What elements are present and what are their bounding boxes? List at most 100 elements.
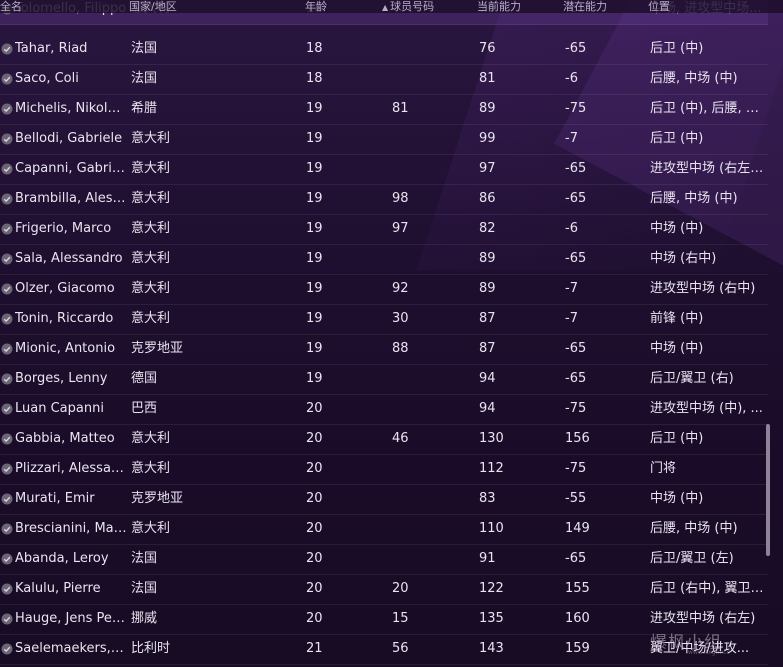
player-number: 46 xyxy=(392,431,409,446)
watermark: 爆枫小组 www.itxgm.cc xyxy=(650,628,730,656)
checkmark-icon xyxy=(1,94,13,124)
table-row[interactable]: Frigerio, Marco 意大利 19 97 82 -6 中场 (中) xyxy=(0,214,768,245)
player-potential-ability: -65 xyxy=(565,551,587,566)
player-name: Tonin, Riccardo xyxy=(15,311,114,326)
column-header-nationality[interactable]: 国家/地区 xyxy=(129,0,177,13)
player-nationality: 德国 xyxy=(131,371,158,386)
player-potential-ability: 160 xyxy=(565,611,590,626)
player-name: Olzer, Giacomo xyxy=(15,281,115,296)
player-name: Sala, Alessandro xyxy=(15,251,123,266)
player-position: 中场 (右中) xyxy=(650,251,717,266)
checkmark-icon xyxy=(1,214,13,244)
player-position: 后卫 (中) xyxy=(650,131,704,146)
player-current-ability: 87 xyxy=(479,341,496,356)
table-row[interactable]: Mionic, Antonio 克罗地亚 19 88 87 -65 中场 (中) xyxy=(0,334,768,365)
player-age: 19 xyxy=(306,341,323,356)
player-age: 20 xyxy=(306,401,323,416)
player-nationality: 比利时 xyxy=(131,641,171,656)
player-current-ability: 86 xyxy=(479,191,496,206)
player-position: 后卫 (中) xyxy=(650,431,704,446)
checkmark-icon xyxy=(1,34,13,64)
player-potential-ability: -7 xyxy=(565,311,578,326)
column-header-position[interactable]: 位置 xyxy=(648,0,670,13)
checkmark-icon xyxy=(1,154,13,184)
player-potential-ability: 149 xyxy=(565,521,590,536)
table-row[interactable]: Kalulu, Pierre 法国 20 20 122 155 后卫 (右中), 翼卫 (右… xyxy=(0,574,768,605)
checkmark-icon xyxy=(1,304,13,334)
player-age: 20 xyxy=(306,581,323,596)
table-row[interactable]: Michelis, Nikolaos 希腊 19 81 89 -75 后卫 (中), 后腰,… xyxy=(0,94,768,125)
table-row[interactable]: Olzer, Giacomo 意大利 19 92 89 -7 进攻型中场 (右中) xyxy=(0,274,768,305)
player-position: 前锋 (中) xyxy=(650,311,704,326)
player-current-ability: 94 xyxy=(479,371,496,386)
table-row[interactable]: Borges, Lenny 德国 19 94 -65 后卫/翼卫 (右) xyxy=(0,364,768,395)
player-name: Gabbia, Matteo xyxy=(15,431,115,446)
table-row[interactable]: Plizzari, Alessandro 意大利 20 112 -75 门将 xyxy=(0,454,768,485)
player-name: Hauge, Jens Petter xyxy=(15,611,127,626)
table-row[interactable]: Abanda, Leroy 法国 20 91 -65 后卫/翼卫 (左) xyxy=(0,544,768,575)
checkmark-icon xyxy=(1,424,13,454)
player-position: 进攻型中场 (右中) xyxy=(650,281,756,296)
player-current-ability: 76 xyxy=(479,41,496,56)
player-potential-ability: -6 xyxy=(565,71,578,86)
checkmark-icon xyxy=(1,334,13,364)
table-row[interactable]: Capanni, Gabriele 意大利 19 97 -65 进攻型中场 (右左)... xyxy=(0,154,768,185)
table-row[interactable]: Saco, Coli 法国 18 81 -6 后腰, 中场 (中) xyxy=(0,64,768,95)
player-position: 后腰, 中场 (中) xyxy=(650,191,738,206)
player-nationality: 意大利 xyxy=(131,521,171,536)
player-age: 19 xyxy=(306,311,323,326)
player-name: Plizzari, Alessandro xyxy=(15,461,127,476)
player-nationality: 法国 xyxy=(131,41,158,56)
player-potential-ability: -7 xyxy=(565,281,578,296)
player-nationality: 克罗地亚 xyxy=(131,341,184,356)
player-age: 19 xyxy=(306,251,323,266)
table-row[interactable]: Luan Capanni 巴西 20 94 -75 进攻型中场 (中), ... xyxy=(0,394,768,425)
player-nationality: 意大利 xyxy=(131,461,171,476)
player-current-ability: 143 xyxy=(479,641,504,656)
player-age: 19 xyxy=(306,371,323,386)
player-position: 中场 (中) xyxy=(650,221,704,236)
player-age: 20 xyxy=(306,431,323,446)
column-header-age[interactable]: 年龄 xyxy=(305,0,327,13)
player-current-ability: 89 xyxy=(479,281,496,296)
table-row[interactable]: Brescianini, Marco 意大利 20 110 149 后腰, 中场 (中) xyxy=(0,514,768,545)
table-row[interactable]: Tonin, Riccardo 意大利 19 30 87 -7 前锋 (中) xyxy=(0,304,768,335)
player-position: 中场 (中) xyxy=(650,491,704,506)
player-name: Tahar, Riad xyxy=(15,41,88,56)
player-current-ability: 112 xyxy=(479,461,504,476)
player-potential-ability: -7 xyxy=(565,131,578,146)
checkmark-icon xyxy=(1,604,13,634)
player-position: 进攻型中场 (右左)... xyxy=(650,161,764,176)
table-row[interactable]: Gabbia, Matteo 意大利 20 46 130 156 后卫 (中) xyxy=(0,424,768,455)
column-header-name[interactable]: 全名 xyxy=(0,0,22,13)
player-current-ability: 94 xyxy=(479,401,496,416)
player-current-ability: 87 xyxy=(479,311,496,326)
player-age: 19 xyxy=(306,131,323,146)
table-row[interactable]: Bellodi, Gabriele 意大利 19 99 -7 后卫 (中) xyxy=(0,124,768,155)
column-header-potential-ability[interactable]: 潜在能力 xyxy=(563,0,607,13)
checkmark-icon xyxy=(1,64,13,94)
player-potential-ability: -65 xyxy=(565,41,587,56)
player-nationality: 法国 xyxy=(131,71,158,86)
player-name: Borges, Lenny xyxy=(15,371,108,386)
player-nationality: 意大利 xyxy=(131,221,171,236)
checkmark-icon xyxy=(1,544,13,574)
scrollbar-thumb[interactable] xyxy=(766,424,770,556)
table-row[interactable]: Brambilla, Alessio 意大利 19 98 86 -65 后腰, 中场 (中) xyxy=(0,184,768,215)
player-potential-ability: -65 xyxy=(565,371,587,386)
player-position: 后卫 (中), 后腰, 中场... xyxy=(650,101,764,116)
player-name: Kalulu, Pierre xyxy=(15,581,101,596)
player-number: 97 xyxy=(392,221,409,236)
table-row[interactable]: Sala, Alessandro 意大利 19 89 -65 中场 (右中) xyxy=(0,244,768,275)
player-number: 30 xyxy=(392,311,409,326)
player-name: Brambilla, Alessio xyxy=(15,191,127,206)
player-age: 20 xyxy=(306,551,323,566)
checkmark-icon xyxy=(1,454,13,484)
player-current-ability: 89 xyxy=(479,251,496,266)
player-age: 18 xyxy=(306,71,323,86)
column-header-current-ability[interactable]: 当前能力 xyxy=(477,0,521,13)
table-row[interactable]: Murati, Emir 克罗地亚 20 83 -55 中场 (中) xyxy=(0,484,768,515)
player-name: Frigerio, Marco xyxy=(15,221,112,236)
column-header-number[interactable]: ▲ 球员号码 xyxy=(382,0,434,14)
table-row[interactable]: Tahar, Riad 法国 18 76 -65 后卫 (中) xyxy=(0,34,768,65)
